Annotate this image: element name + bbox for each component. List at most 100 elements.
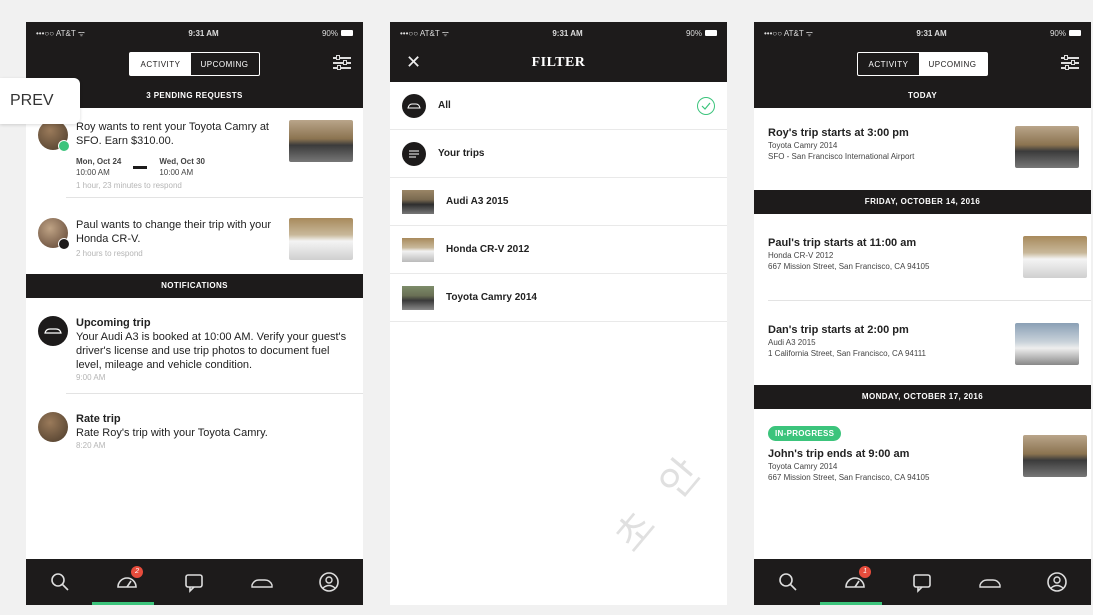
filter-option-label: Honda CR-V 2012 — [446, 244, 530, 255]
notification-time: 9:00 AM — [76, 373, 106, 382]
trip-item[interactable]: Dan's trip starts at 2:00 pm Audi A3 201… — [754, 301, 1091, 385]
header: •••○○ AT&T ᯤ 9:31 AM 90% ACTIVITY UPCOMI… — [26, 22, 363, 84]
close-icon[interactable]: ✕ — [406, 52, 421, 73]
car-icon — [402, 93, 426, 118]
avatar — [38, 218, 70, 250]
carrier: •••○○ AT&T ᯤ — [36, 28, 86, 38]
tab-upcoming[interactable]: UPCOMING — [191, 53, 259, 75]
bottom-nav: 1 — [754, 559, 1091, 605]
notification-item[interactable]: Upcoming trip Your Audi A3 is booked at … — [26, 298, 363, 393]
request-text: Roy wants to rent your Toyota Camry at S… — [76, 121, 269, 147]
avatar — [38, 412, 68, 442]
battery: 90% — [1050, 29, 1081, 38]
filter-option-toyota[interactable]: Toyota Camry 2014 — [390, 274, 727, 322]
filter-option-label: Audi A3 2015 — [446, 196, 509, 207]
notifications-header: NOTIFICATIONS — [26, 274, 363, 298]
car-thumbnail — [402, 237, 434, 262]
tab-activity[interactable]: ACTIVITY — [858, 53, 918, 75]
tab-upcoming[interactable]: UPCOMING — [918, 53, 987, 75]
car-thumbnail — [402, 285, 434, 310]
response-deadline: 2 hours to respond — [76, 249, 143, 258]
tab-activity[interactable]: ACTIVITY — [130, 53, 191, 75]
filter-option-audi[interactable]: Audi A3 2015 — [390, 178, 727, 226]
trip-title: Paul's trip starts at 11:00 am — [768, 237, 917, 249]
dashboard-icon[interactable]: 2 — [116, 566, 144, 593]
header: •••○○ AT&T ᯤ 9:31 AM 90% ACTIVITY UPCOMI… — [754, 22, 1091, 84]
trip-item[interactable]: Paul's trip starts at 11:00 am Honda CR-… — [754, 214, 1091, 300]
notification-body: Rate Roy's trip with your Toyota Camry. — [76, 427, 268, 439]
trip-car: Toyota Camry 2014 — [768, 141, 838, 150]
battery: 90% — [322, 29, 353, 38]
segmented-control: ACTIVITY UPCOMING — [129, 52, 260, 76]
nav-bar: ✕ FILTER — [390, 44, 727, 82]
car-icon[interactable] — [251, 571, 273, 593]
request-dates: Mon, Oct 24 10:00 AM Wed, Oct 30 10:00 A… — [76, 156, 281, 178]
search-icon[interactable] — [777, 571, 799, 593]
search-icon[interactable] — [49, 571, 71, 593]
trip-car: Toyota Camry 2014 — [768, 462, 838, 471]
notification-title: Upcoming trip — [76, 317, 151, 329]
section-header-monday: MONDAY, OCTOBER 17, 2016 — [754, 385, 1091, 409]
trip-car: Audi A3 2015 — [768, 338, 816, 347]
filter-option-all[interactable]: All — [390, 82, 727, 130]
battery-icon — [1069, 30, 1081, 37]
car-thumbnail — [289, 218, 353, 260]
end-day: Wed, Oct 30 — [159, 157, 205, 166]
request-item[interactable]: Paul wants to change their trip with you… — [26, 198, 363, 274]
active-tab-indicator — [820, 602, 882, 605]
trip-car: Honda CR-V 2012 — [768, 251, 834, 260]
dashboard-icon[interactable]: 1 — [844, 566, 872, 593]
battery: 90% — [686, 29, 717, 38]
clock: 9:31 AM — [552, 28, 583, 38]
money-icon — [58, 140, 70, 152]
trip-title: John's trip ends at 9:00 am — [768, 448, 910, 460]
trips-icon — [402, 141, 426, 166]
page-title: FILTER — [531, 55, 586, 70]
date-separator — [133, 165, 148, 169]
filter-icon[interactable] — [333, 54, 351, 72]
car-icon — [38, 316, 68, 346]
notification-item[interactable]: Rate trip Rate Roy's trip with your Toyo… — [26, 394, 363, 461]
filter-option-honda[interactable]: Honda CR-V 2012 — [390, 226, 727, 274]
filter-option-label: All — [438, 100, 451, 111]
clock: 9:31 AM — [188, 28, 219, 38]
battery-icon — [341, 30, 353, 37]
profile-icon[interactable] — [1046, 571, 1068, 593]
notification-title: Rate trip — [76, 413, 121, 425]
car-thumbnail — [1023, 236, 1087, 278]
prev-button[interactable]: PREV — [0, 78, 80, 124]
trip-title: Dan's trip starts at 2:00 pm — [768, 324, 909, 336]
chat-icon[interactable] — [911, 571, 933, 593]
trip-location: 667 Mission Street, San Francisco, CA 94… — [768, 262, 930, 271]
filter-option-your-trips[interactable]: Your trips — [390, 130, 727, 178]
carrier: •••○○ AT&T ᯤ — [764, 28, 814, 38]
clock: 9:31 AM — [916, 28, 947, 38]
notification-badge: 1 — [859, 566, 872, 578]
upcoming-screen: •••○○ AT&T ᯤ 9:31 AM 90% ACTIVITY UPCOMI… — [754, 22, 1091, 605]
avatar — [38, 120, 70, 152]
trip-title: Roy's trip starts at 3:00 pm — [768, 127, 909, 139]
status-bar: •••○○ AT&T ᯤ 9:31 AM 90% — [754, 22, 1091, 44]
trip-location: 1 California Street, San Francisco, CA 9… — [768, 349, 927, 358]
status-bar: •••○○ AT&T ᯤ 9:31 AM 90% — [390, 22, 727, 44]
chat-icon[interactable] — [183, 571, 205, 593]
section-header-today: TODAY — [754, 84, 1091, 108]
status-badge: IN-PROGRESS — [768, 426, 842, 441]
filter-option-label: Your trips — [438, 148, 485, 159]
checkmark-icon — [697, 96, 715, 115]
nav-bar: ACTIVITY UPCOMING — [754, 44, 1091, 84]
segmented-control: ACTIVITY UPCOMING — [857, 52, 988, 76]
notification-time: 8:20 AM — [76, 441, 106, 450]
trip-item[interactable]: Roy's trip starts at 3:00 pm Toyota Camr… — [754, 108, 1091, 190]
profile-icon[interactable] — [318, 571, 340, 593]
active-tab-indicator — [92, 602, 154, 605]
car-thumbnail — [1015, 126, 1079, 168]
status-bar: •••○○ AT&T ᯤ 9:31 AM 90% — [26, 22, 363, 44]
car-icon[interactable] — [979, 571, 1001, 593]
car-thumbnail — [1023, 435, 1087, 477]
trip-item[interactable]: IN-PROGRESS John's trip ends at 9:00 am … — [754, 409, 1091, 483]
section-header-friday: FRIDAY, OCTOBER 14, 2016 — [754, 190, 1091, 214]
filter-icon[interactable] — [1061, 54, 1079, 72]
header: •••○○ AT&T ᯤ 9:31 AM 90% ✕ FILTER — [390, 22, 727, 82]
carrier: •••○○ AT&T ᯤ — [400, 28, 450, 38]
